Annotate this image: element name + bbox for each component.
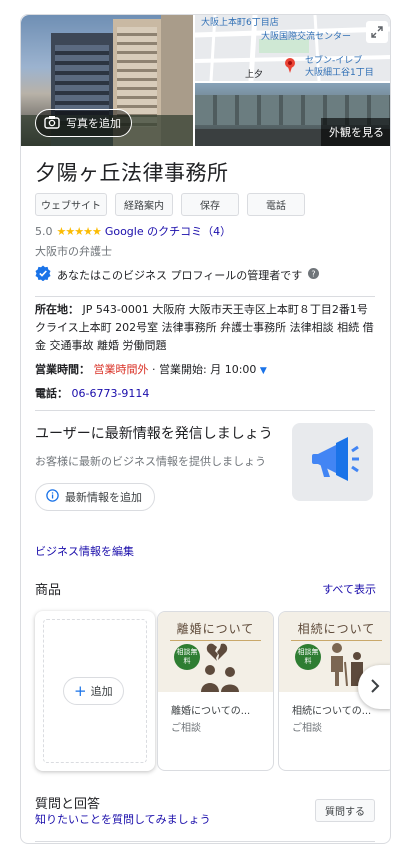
qa-subtitle-link[interactable]: 知りたいことを質問してみましょう: [35, 811, 211, 827]
add-update-button[interactable]: 最新情報を追加: [35, 483, 155, 511]
post-section-title: ユーザーに最新情報を発信しましょう: [35, 426, 273, 442]
plus-icon: +: [74, 681, 87, 700]
verified-badge-icon: [35, 265, 51, 284]
photo-header: 写真を追加 大阪上本町6丁目店 大阪国際交流センター セブン-イレブ 大阪細工谷…: [21, 15, 390, 146]
hours-status: 営業時間外: [93, 363, 149, 376]
map-label-4: 大阪細工谷1丁目: [305, 68, 374, 78]
add-product-label: 追加: [90, 685, 113, 698]
megaphone-illustration: [292, 423, 373, 501]
hours-next: · 営業開始: 月 10:00: [152, 363, 257, 376]
see-all-products-link[interactable]: すべて表示: [322, 581, 376, 597]
phone-label: 電話：: [35, 387, 68, 400]
address-value[interactable]: JP 543-0001 大阪府 大阪市天王寺区上本町８丁目2番1号 クライス上本…: [35, 303, 374, 352]
divider: [35, 296, 375, 297]
business-profile-card: 写真を追加 大阪上本町6丁目店 大阪国際交流センター セブン-イレブ 大阪細工谷…: [20, 14, 391, 844]
product-card[interactable]: 離婚について 相談無料 離婚についての... ご相談: [157, 611, 274, 771]
business-name: 夕陽ヶ丘法律事務所: [35, 161, 229, 185]
product-name: 相続についての...: [292, 706, 372, 717]
phone-row: 電話： 06-6773-9114: [35, 385, 377, 403]
add-update-label: 最新情報を追加: [65, 491, 142, 504]
directions-button[interactable]: 経路案内: [115, 193, 173, 216]
owner-text: あなたはこのビジネス プロフィールの管理者です: [57, 268, 303, 282]
product-image: 離婚について 相談無料: [158, 612, 273, 692]
address-row: 所在地： JP 543-0001 大阪府 大阪市天王寺区上本町８丁目2番1号 ク…: [35, 301, 377, 355]
add-photo-button[interactable]: 写真を追加: [35, 109, 132, 137]
chevron-right-icon: [369, 678, 381, 697]
post-section-subtitle: お客様に最新のビジネス情報を提供しましょう: [35, 455, 266, 468]
add-photo-label: 写真を追加: [66, 117, 121, 130]
product-name: 離婚についての...: [171, 706, 251, 717]
action-chips: ウェブサイト 経路案内 保存 電話: [35, 193, 305, 216]
phone-link[interactable]: 06-6773-9114: [72, 387, 150, 400]
hours-row[interactable]: 営業時間： 営業時間外 · 営業開始: 月 10:00 ▼: [35, 361, 377, 380]
map-label-2: 大阪国際交流センター: [261, 32, 352, 42]
qa-title: 質問と回答: [35, 797, 101, 812]
free-consult-badge: 相談無料: [174, 644, 200, 670]
add-product-button[interactable]: + 追加: [63, 677, 124, 705]
hours-dropdown-icon[interactable]: ▼: [260, 366, 267, 376]
add-photo-icon: [44, 115, 60, 132]
map-label-1: 大阪上本町6丁目店: [201, 18, 279, 28]
people-icon: [198, 664, 242, 696]
megaphone-icon: [306, 433, 360, 491]
products-title: 商品: [35, 583, 62, 598]
business-category: 大阪市の弁護士: [35, 245, 112, 258]
exterior-view-button[interactable]: 外観を見る: [321, 118, 390, 146]
owner-verification: あなたはこのビジネス プロフィールの管理者です ?: [35, 265, 320, 284]
expand-icon: [371, 23, 383, 42]
ask-question-button[interactable]: 質問する: [315, 799, 375, 822]
edit-business-link[interactable]: ビジネス情報を編集: [35, 543, 134, 559]
add-product-card[interactable]: + 追加: [35, 611, 155, 771]
help-icon[interactable]: ?: [308, 267, 320, 282]
map-label-5: 上夕: [245, 70, 264, 80]
info-icon: [46, 489, 59, 505]
product-category: ご相談: [292, 723, 322, 734]
save-button[interactable]: 保存: [181, 193, 239, 216]
free-consult-badge: 相談無料: [295, 644, 321, 670]
map-thumbnail[interactable]: 大阪上本町6丁目店 大阪国際交流センター セブン-イレブ 大阪細工谷1丁目 上夕: [195, 15, 390, 81]
star-rating-icon: ★★★★★: [56, 224, 102, 238]
street-view-thumbnail[interactable]: 外観を見る: [195, 83, 390, 146]
call-button[interactable]: 電話: [247, 193, 305, 216]
product-banner: 相続について: [291, 620, 382, 641]
divider: [35, 410, 375, 411]
divider: [35, 841, 375, 842]
rating-value: 5.0: [35, 224, 53, 238]
expand-map-button[interactable]: [366, 21, 388, 43]
broken-heart-icon: [206, 642, 228, 666]
product-category: ご相談: [171, 723, 201, 734]
product-banner: 離婚について: [170, 620, 261, 641]
rating-row: 5.0 ★★★★★ Google のクチコミ（4）: [35, 223, 231, 239]
business-photo[interactable]: 写真を追加: [21, 15, 193, 146]
website-button[interactable]: ウェブサイト: [35, 193, 107, 216]
reviews-link[interactable]: Google のクチコミ（4）: [105, 223, 231, 239]
hours-label: 営業時間：: [35, 363, 90, 376]
svg-text:?: ?: [312, 269, 316, 278]
address-label: 所在地：: [35, 303, 79, 316]
